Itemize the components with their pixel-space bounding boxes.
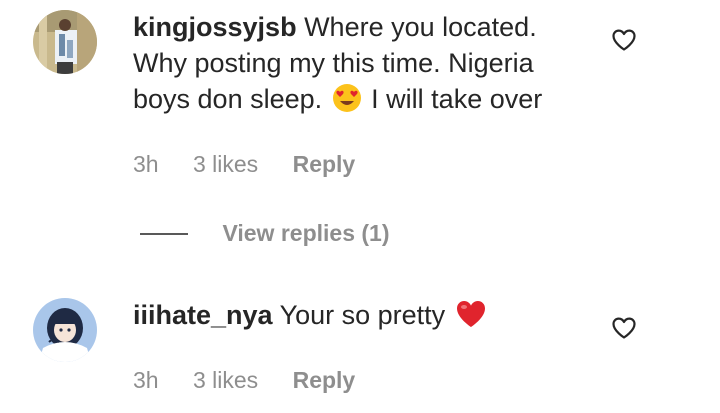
comment-body: kingjossyjsb Where you located. Why post…: [133, 9, 583, 122]
comment-meta: 3h 3 likes Reply: [133, 367, 383, 394]
view-replies-button[interactable]: View replies (1): [140, 220, 390, 250]
comment-text: Your so pretty: [279, 300, 446, 330]
comment-likes[interactable]: 3 likes: [193, 367, 258, 393]
avatar[interactable]: [33, 10, 97, 74]
heart-outline-icon[interactable]: [611, 28, 637, 52]
comment-item: iiihate_nya Your so pretty 3h 3 likes Re…: [0, 280, 720, 413]
comment-likes[interactable]: 3 likes: [193, 151, 258, 177]
comment-username[interactable]: iiihate_nya: [133, 300, 273, 330]
comment-item: kingjossyjsb Where you located. Why post…: [0, 0, 720, 200]
heart-outline-icon[interactable]: [611, 316, 637, 340]
view-replies-divider: [140, 232, 188, 235]
avatar-photo: [33, 10, 97, 74]
comment-time: 3h: [133, 367, 159, 393]
comment-time: 3h: [133, 151, 159, 177]
reply-button[interactable]: Reply: [293, 367, 356, 393]
comments-list: kingjossyjsb Where you located. Why post…: [0, 0, 720, 413]
comment-meta: 3h 3 likes Reply: [133, 151, 383, 178]
avatar-illustration: [33, 298, 97, 362]
view-replies-label: View replies (1): [222, 220, 390, 246]
comment-body: iiihate_nya Your so pretty: [133, 297, 603, 338]
red-heart-emoji: [455, 299, 487, 338]
reply-button[interactable]: Reply: [293, 151, 356, 177]
avatar[interactable]: [33, 298, 97, 362]
comment-username[interactable]: kingjossyjsb: [133, 12, 297, 42]
heart-eyes-emoji: [332, 83, 362, 122]
comment-text-end: I will take over: [371, 84, 543, 114]
